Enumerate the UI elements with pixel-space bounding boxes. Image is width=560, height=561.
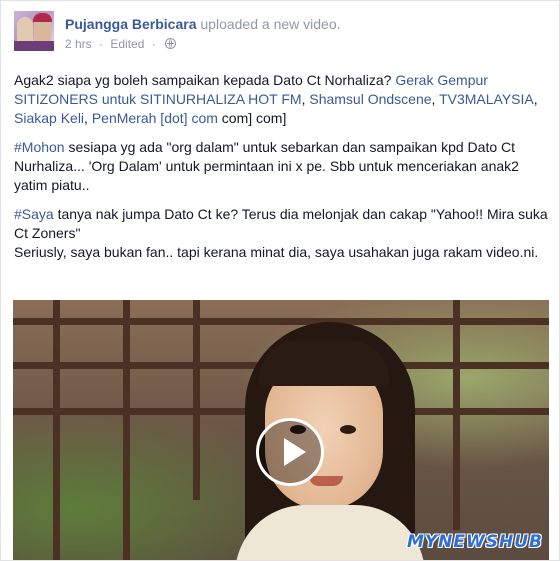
paragraph-1: Agak2 siapa yg boleh sampaikan kepada Da…: [14, 71, 549, 128]
paragraph-3: #Saya tanya nak jumpa Dato Ct ke? Terus …: [14, 205, 549, 262]
hashtag-mohon[interactable]: #Mohon: [14, 139, 65, 155]
meta-separator-2: ·: [151, 37, 156, 51]
paragraph-2-text: sesiapa yg ada "org dalam" untuk sebarka…: [14, 139, 519, 193]
tag-separator: ,: [431, 91, 440, 107]
author-avatar[interactable]: [14, 11, 54, 51]
paragraph-3-line-1: tanya nak jumpa Dato Ct ke? Terus dia me…: [14, 206, 548, 241]
tag-link[interactable]: Siakap Keli: [14, 110, 84, 126]
tag-separator: ,: [84, 110, 92, 126]
paragraph-3-line-2: Seriusly, saya bukan fan.. tapi kerana m…: [14, 244, 539, 260]
post-action-text: uploaded a new video.: [200, 16, 341, 32]
video-player[interactable]: MYNEWSHUB: [13, 300, 549, 560]
edited-label[interactable]: Edited: [110, 37, 144, 51]
globe-icon[interactable]: [165, 38, 177, 49]
post-meta: 2 hrs · Edited ·: [65, 37, 177, 51]
tag-link[interactable]: PenMerah [dot] com: [92, 110, 218, 126]
paragraph-1-tail: com] com]: [217, 110, 287, 126]
tag-link[interactable]: Shamsul Ondscene: [309, 91, 431, 107]
author-name-link[interactable]: Pujangga Berbicara: [65, 16, 197, 32]
paragraph-2: #Mohon sesiapa yg ada "org dalam" untuk …: [14, 138, 549, 195]
tag-link[interactable]: TV3MALAYSIA: [439, 91, 534, 107]
video-post: Pujangga Berbicara uploaded a new video.…: [0, 0, 560, 561]
watermark-logo: MYNEWSHUB: [406, 532, 543, 552]
post-body: Agak2 siapa yg boleh sampaikan kepada Da…: [14, 71, 549, 272]
meta-separator: ·: [99, 37, 104, 51]
tag-separator: ,: [533, 91, 538, 107]
post-timestamp[interactable]: 2 hrs: [65, 37, 92, 51]
post-header: Pujangga Berbicara uploaded a new video.…: [14, 11, 547, 55]
paragraph-1-text: Agak2 siapa yg boleh sampaikan kepada Da…: [14, 72, 396, 88]
author-line: Pujangga Berbicara uploaded a new video.: [65, 16, 341, 32]
play-icon[interactable]: [256, 418, 324, 486]
hashtag-saya[interactable]: #Saya: [14, 206, 54, 222]
